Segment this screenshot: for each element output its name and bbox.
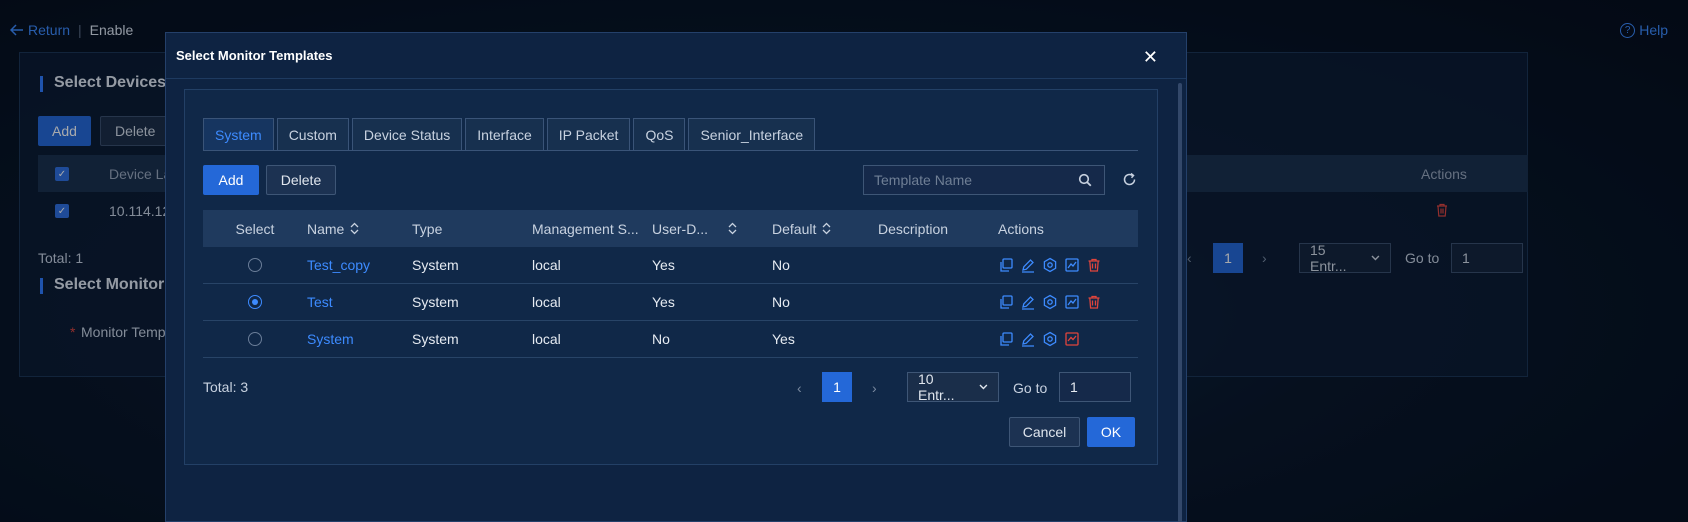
prev-page-button[interactable]: ‹ bbox=[797, 380, 802, 396]
copy-icon[interactable] bbox=[998, 257, 1014, 273]
page-size-select[interactable]: 10 Entr... bbox=[907, 371, 999, 403]
search-icon[interactable] bbox=[1078, 173, 1092, 187]
cancel-button[interactable]: Cancel bbox=[1009, 417, 1080, 447]
col-name[interactable]: Name bbox=[307, 221, 412, 237]
tab-senior-interface[interactable]: Senior_Interface bbox=[688, 118, 816, 150]
goto-label: Go to bbox=[1013, 380, 1048, 396]
cell-actions bbox=[998, 294, 1118, 310]
tab-qos[interactable]: QoS bbox=[633, 118, 686, 150]
edit-icon[interactable] bbox=[1020, 294, 1036, 310]
page-number-button[interactable]: 1 bbox=[822, 372, 852, 402]
table-header: Select Name Type Management S... User-D.… bbox=[203, 210, 1138, 247]
tab-interface[interactable]: Interface bbox=[465, 118, 544, 150]
cell-user-defined: No bbox=[652, 331, 670, 347]
delete-icon[interactable] bbox=[1086, 294, 1102, 310]
tab-custom[interactable]: Custom bbox=[276, 118, 349, 150]
select-templates-modal: Select Monitor Templates ✕ System Custom… bbox=[165, 32, 1187, 522]
chevron-down-icon bbox=[979, 384, 988, 390]
col-name-label: Name bbox=[307, 220, 345, 237]
modal-title: Select Monitor Templates bbox=[176, 48, 333, 63]
row-radio[interactable] bbox=[248, 295, 262, 309]
refresh-icon[interactable] bbox=[1122, 172, 1137, 187]
next-page-button[interactable]: › bbox=[872, 380, 877, 396]
cell-type: System bbox=[412, 257, 459, 273]
cell-type: System bbox=[412, 294, 459, 310]
modal-content-panel: System Custom Device Status Interface IP… bbox=[184, 89, 1158, 465]
tab-system[interactable]: System bbox=[203, 118, 274, 150]
template-search bbox=[863, 165, 1105, 195]
copy-icon[interactable] bbox=[998, 294, 1014, 310]
row-select-cell bbox=[203, 295, 307, 309]
cell-default: Yes bbox=[772, 331, 795, 347]
cell-default: No bbox=[772, 294, 790, 310]
total-count: Total: 3 bbox=[203, 379, 249, 395]
cell-type: System bbox=[412, 331, 459, 347]
goto-input[interactable] bbox=[1059, 372, 1131, 402]
monitor-chart-icon[interactable] bbox=[1064, 257, 1080, 273]
modal-header: Select Monitor Templates bbox=[166, 33, 1186, 79]
cell-user-defined: Yes bbox=[652, 257, 675, 273]
monitor-chart-icon[interactable] bbox=[1064, 294, 1080, 310]
sort-icon[interactable] bbox=[728, 222, 737, 235]
row-select-cell bbox=[203, 332, 307, 346]
table-row: Test System local Yes No bbox=[203, 284, 1138, 321]
cell-management: local bbox=[532, 257, 561, 273]
settings-icon[interactable] bbox=[1042, 331, 1058, 347]
settings-icon[interactable] bbox=[1042, 257, 1058, 273]
col-user-defined[interactable]: User-D... bbox=[652, 221, 772, 237]
template-name-link[interactable]: System bbox=[307, 331, 412, 347]
col-default-label: Default bbox=[772, 220, 817, 237]
table-row: Test_copy System local Yes No bbox=[203, 247, 1138, 284]
cell-management: local bbox=[532, 294, 561, 310]
edit-icon[interactable] bbox=[1020, 257, 1036, 273]
close-icon[interactable]: ✕ bbox=[1143, 47, 1158, 68]
tab-ip-packet[interactable]: IP Packet bbox=[546, 118, 631, 150]
cell-actions bbox=[998, 257, 1118, 273]
row-radio[interactable] bbox=[248, 332, 262, 346]
templates-table: Select Name Type Management S... User-D.… bbox=[203, 210, 1138, 358]
ok-button[interactable]: OK bbox=[1087, 417, 1135, 447]
template-tabs: System Custom Device Status Interface IP… bbox=[203, 118, 816, 150]
copy-icon[interactable] bbox=[998, 331, 1014, 347]
table-row: System System local No Yes bbox=[203, 321, 1138, 358]
row-select-cell bbox=[203, 258, 307, 272]
cell-user-defined: Yes bbox=[652, 294, 675, 310]
edit-icon[interactable] bbox=[1020, 331, 1036, 347]
col-actions: Actions bbox=[998, 220, 1044, 237]
modal-scrollbar[interactable] bbox=[1178, 83, 1182, 522]
delete-button[interactable]: Delete bbox=[266, 165, 336, 195]
col-user-label: User-D... bbox=[652, 220, 708, 237]
col-management: Management S... bbox=[532, 220, 639, 237]
template-name-link[interactable]: Test bbox=[307, 294, 412, 310]
delete-icon[interactable] bbox=[1086, 257, 1102, 273]
row-radio[interactable] bbox=[248, 258, 262, 272]
settings-icon[interactable] bbox=[1042, 294, 1058, 310]
chart-check-icon[interactable] bbox=[1064, 331, 1080, 347]
col-description: Description bbox=[878, 220, 949, 237]
template-name-input[interactable] bbox=[874, 172, 1064, 188]
cell-actions bbox=[998, 331, 1118, 347]
template-name-link[interactable]: Test_copy bbox=[307, 257, 412, 273]
tab-divider bbox=[203, 150, 1138, 151]
col-type: Type bbox=[412, 220, 443, 237]
col-default[interactable]: Default bbox=[772, 221, 878, 237]
page-size-value: 10 Entr... bbox=[918, 371, 955, 403]
sort-icon[interactable] bbox=[822, 222, 831, 235]
cell-default: No bbox=[772, 257, 790, 273]
sort-icon[interactable] bbox=[350, 222, 359, 235]
col-select: Select bbox=[235, 220, 275, 237]
tab-device-status[interactable]: Device Status bbox=[351, 118, 463, 150]
cell-management: local bbox=[532, 331, 561, 347]
add-button[interactable]: Add bbox=[203, 165, 259, 195]
